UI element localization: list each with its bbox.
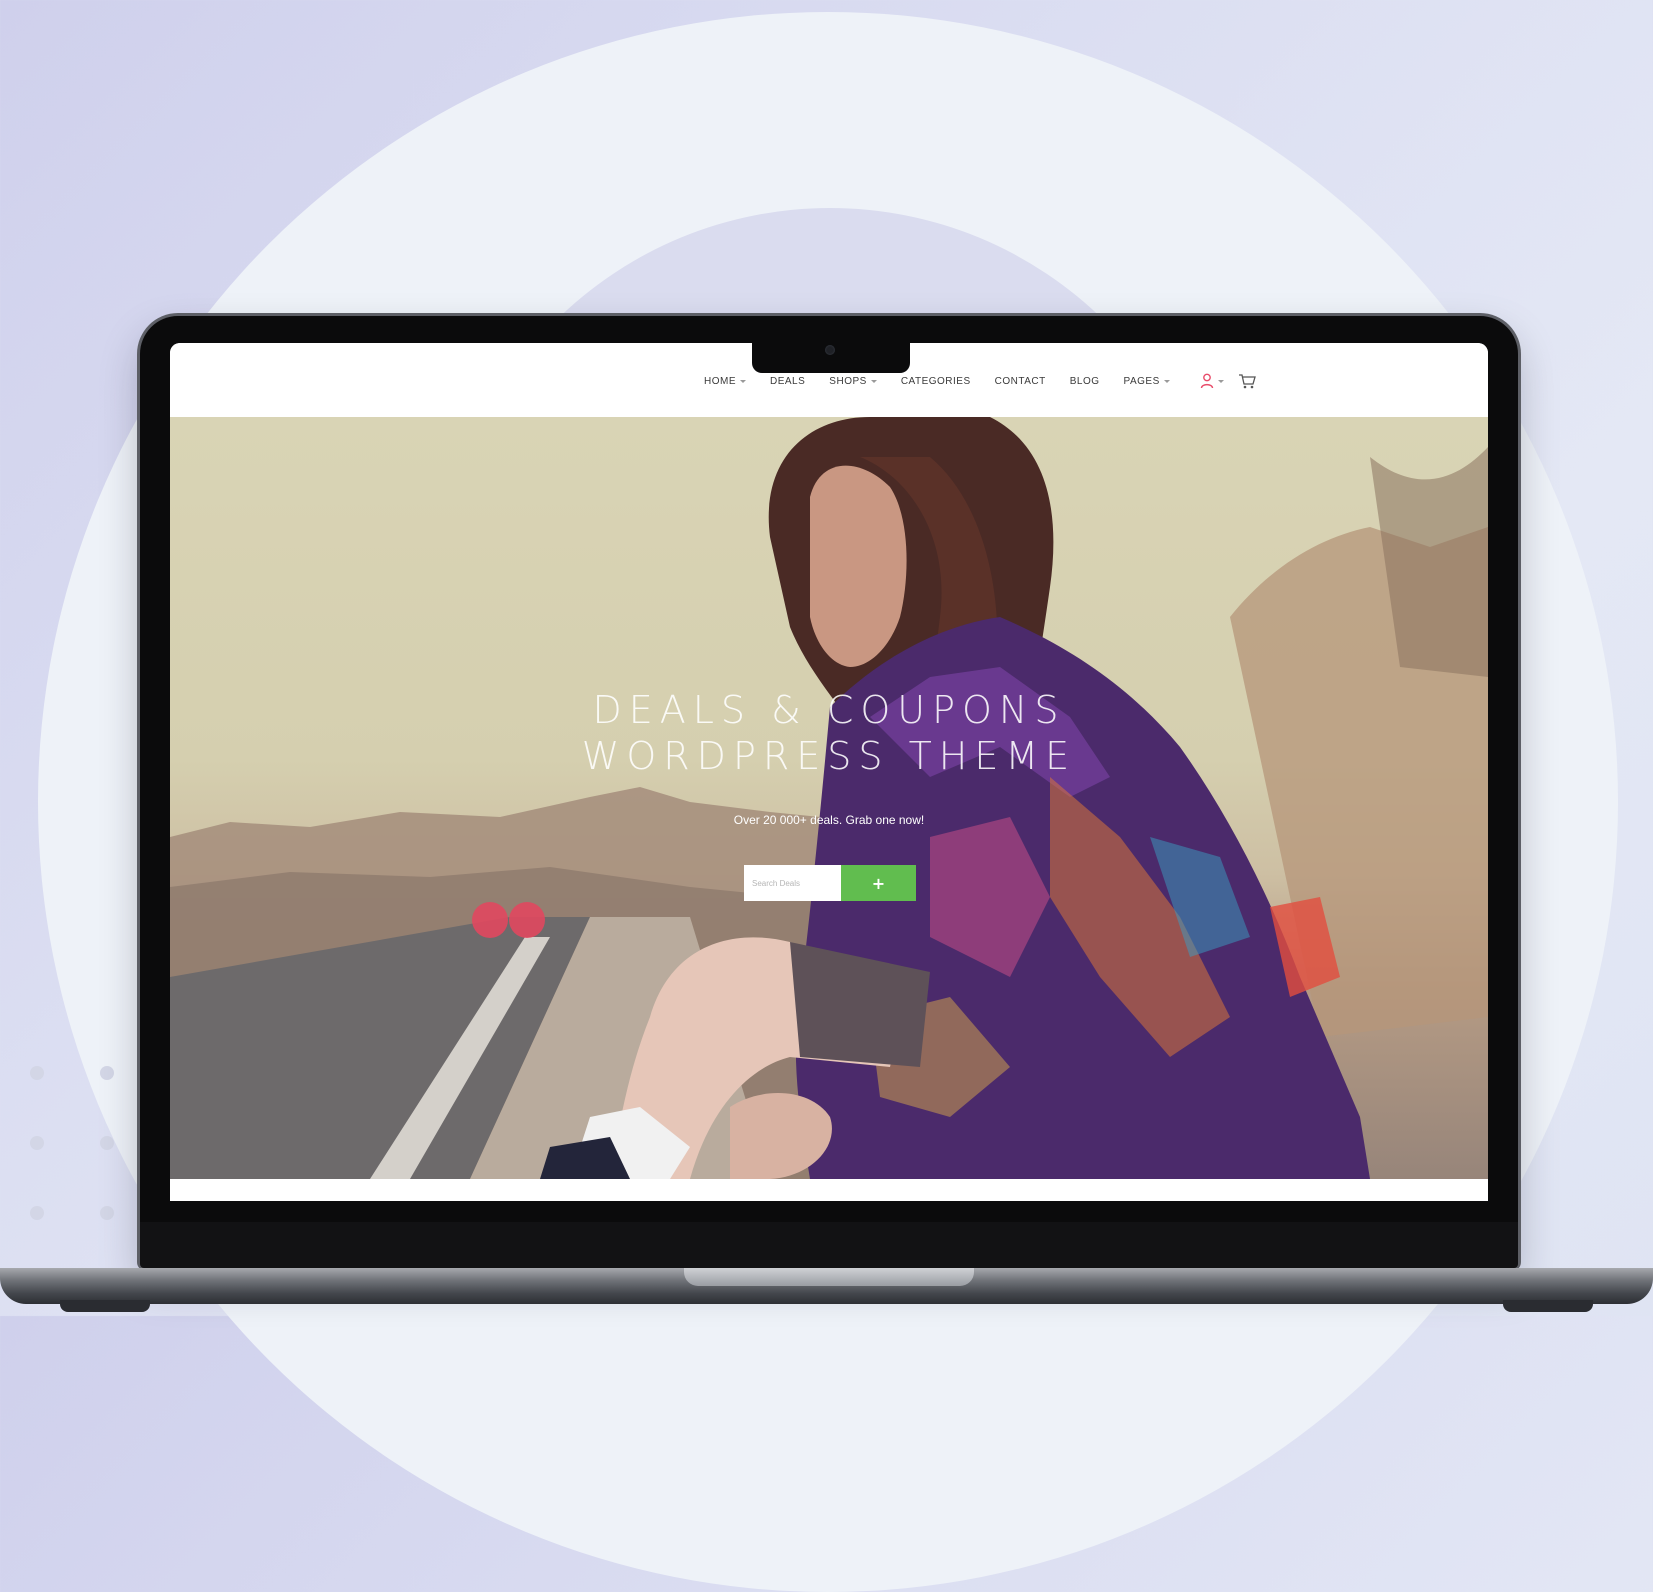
nav-item-shops[interactable]: SHOPS — [829, 376, 877, 387]
nav-item-label: PAGES — [1123, 375, 1160, 387]
nav-item-blog[interactable]: BLOG — [1070, 376, 1100, 387]
main-nav: HOME DEALS SHOPS CATEGORIES CONTACT BLOG… — [704, 373, 1256, 389]
laptop-chin — [140, 1222, 1518, 1268]
hero-image — [170, 417, 1488, 1179]
nav-item-label: SHOPS — [829, 375, 867, 387]
cart-button[interactable] — [1238, 373, 1256, 389]
plus-icon: + — [871, 873, 886, 893]
laptop-foot-right — [1503, 1300, 1593, 1312]
nav-item-label: CATEGORIES — [900, 375, 971, 387]
nav-item-label: CONTACT — [994, 375, 1046, 387]
hero-section: DEALS & COUPONS WORDPRESS THEME Over 20 … — [170, 417, 1488, 1179]
deal-search-form: + — [744, 865, 916, 901]
nav-icons — [1200, 373, 1256, 389]
search-button[interactable]: + — [841, 865, 916, 901]
hero-title: DEALS & COUPONS WORDPRESS THEME — [170, 687, 1488, 779]
account-button[interactable] — [1200, 373, 1224, 389]
chevron-down-icon — [1217, 379, 1224, 383]
chevron-down-icon — [740, 379, 746, 383]
chevron-down-icon — [1163, 379, 1170, 383]
page-content-strip — [170, 1179, 1488, 1201]
camera-icon — [825, 345, 835, 355]
search-input[interactable] — [744, 865, 841, 901]
nav-item-pages[interactable]: PAGES — [1124, 376, 1170, 387]
nav-item-label: HOME — [704, 375, 736, 387]
hero-subtitle: Over 20 000+ deals. Grab one now! — [733, 813, 925, 827]
nav-item-label: DEALS — [770, 375, 806, 387]
nav-item-contact[interactable]: CONTACT — [995, 376, 1046, 387]
hero-title-line-2: WORDPRESS THEME — [581, 734, 1077, 778]
nav-item-categories[interactable]: CATEGORIES — [901, 376, 971, 387]
hero-title-line-1: DEALS & COUPONS — [592, 688, 1066, 732]
decorative-dots — [30, 1066, 150, 1296]
cart-icon — [1238, 374, 1256, 389]
laptop-foot-left — [60, 1300, 150, 1312]
laptop-opening-notch — [684, 1268, 974, 1286]
laptop-screen: HOME DEALS SHOPS CATEGORIES CONTACT BLOG… — [170, 343, 1488, 1201]
user-icon — [1200, 373, 1213, 389]
chevron-down-icon — [870, 379, 877, 383]
nav-item-deals[interactable]: DEALS — [770, 376, 805, 387]
nav-item-home[interactable]: HOME — [704, 376, 746, 387]
nav-item-label: BLOG — [1069, 375, 1100, 387]
